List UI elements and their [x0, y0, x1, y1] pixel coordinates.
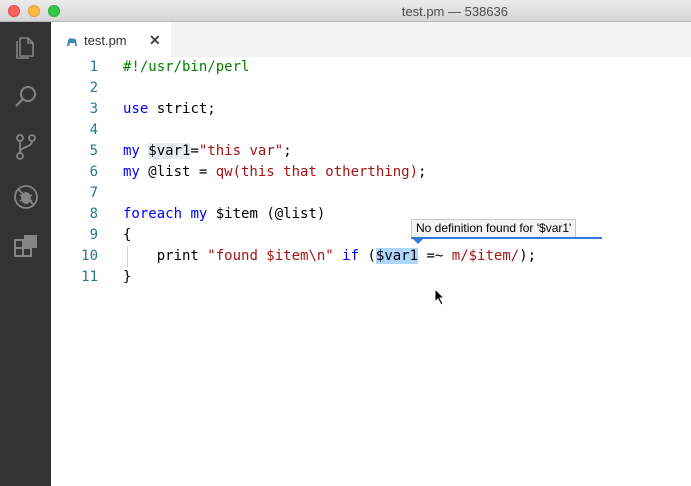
- code-text: ;: [283, 143, 292, 159]
- code-text: ;: [418, 164, 427, 180]
- code-text: print: [123, 248, 208, 264]
- line-number: 4: [89, 122, 98, 138]
- line-number: 11: [81, 269, 98, 285]
- explorer-icon[interactable]: [11, 32, 41, 62]
- mouse-pointer-icon: [434, 287, 446, 311]
- debug-icon[interactable]: [11, 182, 41, 212]
- code-line: my @list = qw(this that otherthing);: [123, 162, 426, 183]
- string-literal: qw(this that otherthing): [215, 164, 419, 180]
- code-line: use strict;: [123, 99, 216, 120]
- code-text: {: [123, 227, 132, 243]
- keyword: my: [123, 164, 140, 180]
- code-line: my $var1="this var";: [123, 141, 292, 162]
- code-text: $item (@list): [207, 206, 326, 222]
- hover-tooltip: No definition found for '$var1': [411, 219, 577, 238]
- line-number: 10: [81, 248, 98, 264]
- window-title: test.pm — 538636: [401, 4, 508, 19]
- code-text: (: [359, 248, 376, 264]
- string-literal: "found $item\n": [207, 248, 334, 264]
- line-number: 5: [89, 143, 98, 159]
- keyword: use: [123, 101, 149, 117]
- line-number: 2: [89, 80, 98, 96]
- extensions-icon[interactable]: [11, 232, 41, 262]
- search-icon[interactable]: [11, 82, 41, 112]
- code-line: }: [123, 267, 131, 288]
- code-text: @list =: [139, 164, 216, 180]
- code-text: strict;: [148, 101, 216, 117]
- line-number: 7: [89, 185, 98, 201]
- shebang-comment: #!/usr/bin/perl: [123, 59, 250, 75]
- tab-close-button[interactable]: ✕: [149, 33, 161, 47]
- source-control-icon[interactable]: [11, 132, 41, 162]
- perl-camel-icon: [66, 34, 78, 52]
- line-number: 3: [89, 101, 98, 117]
- title-bar: test.pm — 538636: [0, 0, 691, 22]
- line-number: 1: [89, 59, 98, 75]
- code-line: #!/usr/bin/perl: [123, 57, 249, 78]
- activity-bar: [0, 22, 51, 486]
- keyword: foreach: [123, 206, 183, 222]
- tab-test-pm[interactable]: test.pm ✕: [51, 22, 171, 57]
- variable-var1-hovered[interactable]: $var1: [375, 248, 419, 264]
- code-line: print "found $item\n" if ($var1 =~ m/$it…: [123, 246, 536, 267]
- hover-accent-line: [411, 237, 602, 239]
- line-number: 6: [89, 164, 98, 180]
- code-line: {: [123, 225, 131, 246]
- keyword: my: [190, 206, 208, 222]
- tab-label: test.pm: [84, 33, 127, 48]
- code-text: =~: [418, 248, 452, 264]
- keyword: if: [342, 248, 360, 264]
- line-number: 9: [89, 227, 98, 243]
- hover-pointer-arrow: [412, 238, 424, 244]
- code-text: =: [190, 143, 199, 159]
- code-text: );: [519, 248, 537, 264]
- variable-var1-highlighted[interactable]: $var1: [148, 143, 191, 159]
- code-text: }: [123, 269, 132, 285]
- tab-bar: test.pm ✕: [51, 22, 691, 57]
- keyword: my: [123, 143, 140, 159]
- code-editor[interactable]: 1 2 3 4 5 6 7 8 9 10 11 #!/usr/bin/perl …: [51, 57, 691, 486]
- regex-literal: m/$item/: [451, 248, 520, 264]
- string-literal: "this var": [198, 143, 284, 159]
- line-number: 8: [89, 206, 98, 222]
- code-line: foreach my $item (@list): [123, 204, 325, 225]
